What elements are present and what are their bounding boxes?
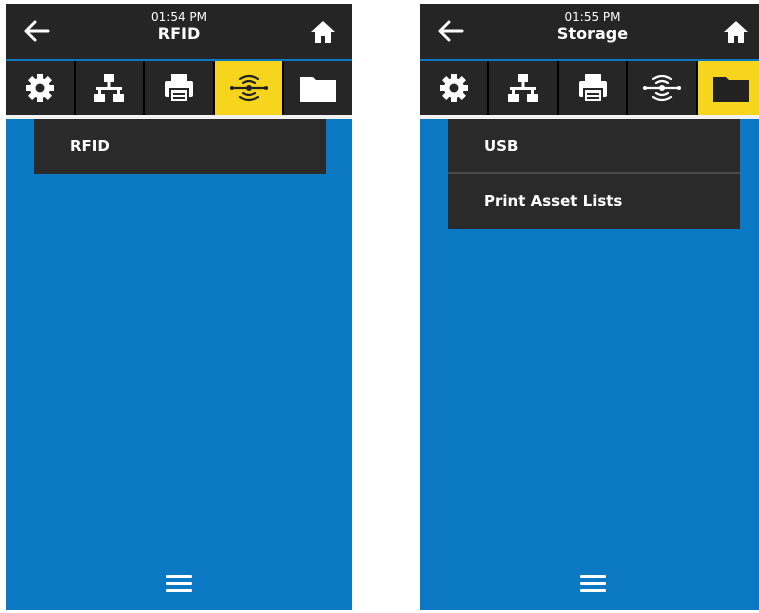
printer-icon: [164, 74, 193, 103]
tab-network[interactable]: [489, 61, 557, 115]
network-icon: [508, 74, 539, 102]
title-block: 01:55 PM Storage: [420, 10, 759, 44]
rfid-icon: [229, 74, 268, 102]
printer-screen-storage: 01:55 PM Storage USB Print Asset Lists: [420, 4, 759, 610]
clock: 01:55 PM: [564, 10, 621, 24]
header-bar: 01:55 PM Storage: [420, 4, 759, 59]
tab-rfid[interactable]: [214, 61, 283, 115]
home-icon[interactable]: [306, 16, 340, 46]
tab-network[interactable]: [75, 61, 144, 115]
settings-icon: [25, 74, 54, 102]
tab-storage[interactable]: [697, 61, 759, 115]
title-block: 01:54 PM RFID: [6, 10, 352, 44]
storage-folder-icon: [300, 77, 337, 102]
menu-list: USB Print Asset Lists: [448, 119, 740, 229]
hamburger-menu-icon[interactable]: [579, 571, 606, 596]
tab-bar: [6, 61, 352, 115]
clock: 01:54 PM: [151, 10, 207, 24]
menu-list: RFID: [34, 119, 326, 174]
network-icon: [94, 74, 125, 102]
tab-rfid[interactable]: [628, 61, 696, 115]
printer-icon: [578, 74, 607, 103]
tab-settings[interactable]: [420, 61, 488, 115]
menu-item-usb[interactable]: USB: [448, 119, 740, 174]
tab-storage[interactable]: [284, 61, 352, 115]
settings-icon: [439, 74, 468, 102]
storage-folder-icon: [713, 77, 750, 102]
rfid-icon: [642, 74, 682, 102]
home-icon[interactable]: [719, 16, 753, 46]
tab-bar: [420, 61, 759, 115]
menu-item-print-asset-lists[interactable]: Print Asset Lists: [448, 174, 740, 229]
menu-item-rfid[interactable]: RFID: [34, 119, 326, 174]
tab-print[interactable]: [558, 61, 627, 115]
tab-print[interactable]: [145, 61, 213, 115]
header-bar: 01:54 PM RFID: [6, 4, 352, 59]
tab-settings[interactable]: [6, 61, 74, 115]
hamburger-menu-icon[interactable]: [166, 571, 192, 596]
page-title: RFID: [157, 24, 201, 43]
page-title: Storage: [556, 24, 629, 43]
printer-screen-rfid: 01:54 PM RFID RFID: [6, 4, 352, 610]
